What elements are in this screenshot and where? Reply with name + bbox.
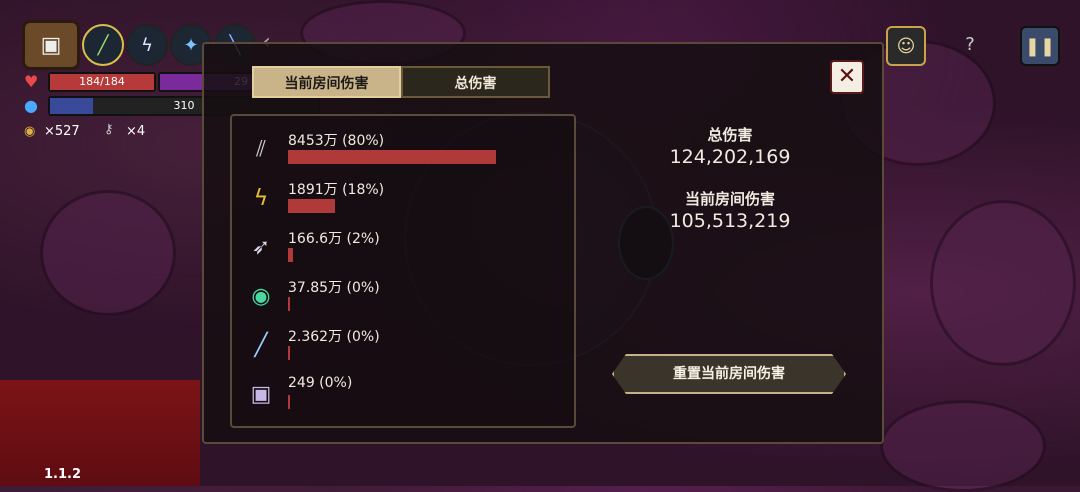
coin-icon: ◉ bbox=[24, 124, 36, 139]
spike-icon: ➶ bbox=[251, 234, 271, 260]
damage-row: ◉ 37.85万 (0%) bbox=[244, 277, 544, 321]
damage-row-label: 37.85万 (0%) bbox=[288, 280, 380, 296]
reset-room-damage-button[interactable]: 重置当前房间伤害 bbox=[612, 354, 846, 394]
key-icon: ⚷ bbox=[104, 122, 114, 137]
weapon-slot-2[interactable]: ϟ bbox=[126, 24, 168, 66]
damage-row-label: 166.6万 (2%) bbox=[288, 231, 380, 247]
damage-bar bbox=[288, 395, 290, 409]
ice-shard-icon: ╱ bbox=[254, 332, 268, 358]
help-book-icon: ? bbox=[965, 33, 975, 55]
damage-row: ⫽ 8453万 (80%) bbox=[244, 130, 544, 174]
total-damage-value: 124,202,169 bbox=[669, 146, 791, 168]
damage-bar bbox=[288, 199, 335, 213]
damage-bar bbox=[288, 297, 290, 311]
crystal-icon: ✦ bbox=[183, 34, 199, 56]
weapon-slot-1[interactable]: ╱ bbox=[82, 24, 124, 66]
damage-bar-track bbox=[288, 395, 498, 409]
tab-total-damage[interactable]: 总伤害 bbox=[401, 66, 550, 98]
key-count: ×4 bbox=[126, 124, 146, 139]
mana-orb-icon: ● bbox=[24, 96, 38, 115]
damage-bar-track bbox=[288, 199, 498, 213]
damage-row: ▣ 249 (0%) bbox=[244, 375, 544, 419]
room-damage-value: 105,513,219 bbox=[669, 210, 791, 232]
hp-bar: 184/184 bbox=[48, 72, 156, 92]
damage-row: ϟ 1891万 (18%) bbox=[244, 179, 544, 223]
character-button[interactable]: ☺ bbox=[886, 26, 926, 66]
lightning-bolt-icon: ϟ bbox=[253, 185, 269, 211]
coin-count: ×527 bbox=[44, 124, 80, 139]
damage-bar bbox=[288, 150, 496, 164]
close-icon: ✕ bbox=[837, 64, 857, 89]
damage-bar bbox=[288, 346, 290, 360]
inventory-chest-button[interactable]: ▣ bbox=[22, 20, 80, 70]
rune-box-icon: ▣ bbox=[250, 381, 272, 407]
total-damage-label: 总伤害 bbox=[707, 126, 753, 144]
damage-bar bbox=[288, 248, 294, 262]
blades-icon: ⫽ bbox=[256, 136, 266, 162]
close-button[interactable]: ✕ bbox=[830, 60, 864, 94]
staff-icon: ╱ bbox=[97, 34, 109, 56]
chest-icon: ▣ bbox=[40, 32, 62, 58]
damage-row-label: 8453万 (80%) bbox=[288, 133, 385, 149]
pause-icon: ❚❚ bbox=[1024, 35, 1056, 57]
damage-row-label: 2.362万 (0%) bbox=[288, 329, 380, 345]
damage-bar-track bbox=[288, 248, 498, 262]
room-damage-label: 当前房间伤害 bbox=[684, 190, 775, 208]
wizard-icon: ☺ bbox=[896, 35, 916, 57]
version-label: 1.1.2 bbox=[44, 467, 82, 482]
damage-bar-track bbox=[288, 346, 498, 360]
damage-bar-track bbox=[288, 297, 498, 311]
green-orb-icon: ◉ bbox=[251, 283, 271, 309]
hp-text: 184/184 bbox=[79, 75, 125, 88]
damage-row-label: 1891万 (18%) bbox=[288, 182, 385, 198]
pause-button[interactable]: ❚❚ bbox=[1020, 26, 1060, 66]
help-book-button[interactable]: ? bbox=[952, 26, 988, 62]
heart-icon: ♥ bbox=[24, 72, 39, 91]
damage-bar-track bbox=[288, 150, 498, 164]
damage-row-label: 249 (0%) bbox=[288, 375, 353, 391]
lightning-icon: ϟ bbox=[141, 34, 153, 56]
damage-row: ╱ 2.362万 (0%) bbox=[244, 326, 544, 370]
tab-current-room-damage[interactable]: 当前房间伤害 bbox=[252, 66, 401, 98]
damage-row: ➶ 166.6万 (2%) bbox=[244, 228, 544, 272]
